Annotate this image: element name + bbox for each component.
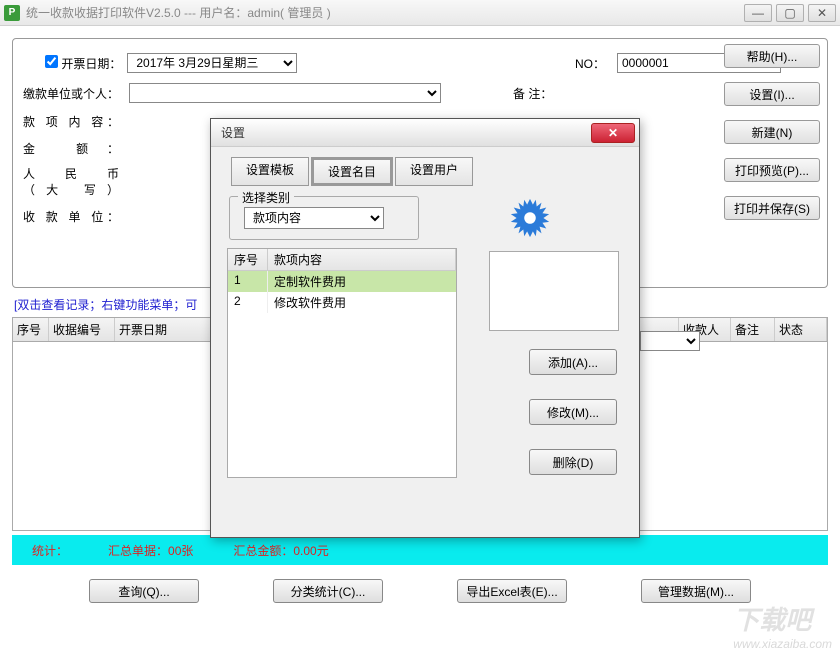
print-save-button[interactable]: 打印并保存(S) [724, 196, 820, 220]
stats-count: 汇总单据：00张 [108, 542, 193, 559]
print-preview-button[interactable]: 打印预览(P)... [724, 158, 820, 182]
date-label: 开票日期： [61, 57, 121, 71]
new-button[interactable]: 新建(N) [724, 120, 820, 144]
no-label: NO： [575, 55, 605, 72]
side-button-panel: 帮助(H)... 设置(I)... 新建(N) 打印预览(P)... 打印并保存… [724, 44, 820, 220]
item-row[interactable]: 1 定制软件费用 [228, 271, 456, 292]
app-icon: P [4, 5, 20, 21]
delete-button[interactable]: 删除(D) [529, 449, 617, 475]
date-checkbox[interactable] [45, 55, 58, 68]
remark-label: 备 注： [513, 85, 552, 102]
stats-bar: 统计： 汇总单据：00张 汇总金额：0.00元 [12, 535, 828, 565]
items-table: 序号 款项内容 1 定制软件费用 2 修改软件费用 [227, 248, 457, 478]
manage-data-button[interactable]: 管理数据(M)... [641, 579, 751, 603]
cat-stats-button[interactable]: 分类统计(C)... [273, 579, 383, 603]
window-controls: — ▢ ✕ [744, 4, 836, 22]
preview-area [489, 251, 619, 331]
category-legend: 选择类别 [238, 189, 294, 206]
content-label: 款 项 内 容： [23, 113, 123, 130]
tab-template[interactable]: 设置模板 [231, 157, 309, 186]
minimize-button[interactable]: — [744, 4, 772, 22]
items-col-content: 款项内容 [268, 249, 456, 271]
amount-label: 金 额： [23, 140, 123, 157]
stats-label: 统计： [32, 542, 68, 559]
window-title: 统一收款收据打印软件V2.5.0 --- 用户名：admin( 管理员 ) [26, 4, 744, 21]
date-combo[interactable]: 2017年 3月29日星期三 [127, 53, 297, 73]
items-col-index: 序号 [228, 249, 268, 271]
close-button[interactable]: ✕ [808, 4, 836, 22]
tab-name-items[interactable]: 设置名目 [311, 157, 393, 186]
query-button[interactable]: 查询(Q)... [89, 579, 199, 603]
item-row[interactable]: 2 修改软件费用 [228, 292, 456, 313]
payee-unit-label: 收 款 单 位： [23, 208, 123, 225]
dialog-titlebar[interactable]: 设置 ✕ [211, 119, 639, 147]
add-button[interactable]: 添加(A)... [529, 349, 617, 375]
export-excel-button[interactable]: 导出Excel表(E)... [457, 579, 567, 603]
gear-icon [507, 195, 553, 244]
maximize-button[interactable]: ▢ [776, 4, 804, 22]
payer-label: 缴款单位或个人： [23, 85, 123, 102]
help-button[interactable]: 帮助(H)... [724, 44, 820, 68]
col-receipt-no: 收据编号 [49, 318, 115, 341]
dialog-close-button[interactable]: ✕ [591, 123, 635, 143]
col-status: 状态 [775, 318, 827, 341]
stats-amount: 汇总金额：0.00元 [233, 542, 328, 559]
stray-dropdown[interactable] [640, 331, 700, 351]
payer-combo[interactable] [129, 83, 441, 103]
category-select[interactable]: 款项内容 [244, 207, 384, 229]
settings-button[interactable]: 设置(I)... [724, 82, 820, 106]
rmb-label-2: （大 写） [23, 183, 119, 197]
col-remark: 备注 [731, 318, 775, 341]
main-titlebar: P 统一收款收据打印软件V2.5.0 --- 用户名：admin( 管理员 ) … [0, 0, 840, 26]
col-index: 序号 [13, 318, 49, 341]
dialog-title: 设置 [221, 124, 591, 141]
rmb-label-1: 人 民 币 [23, 167, 119, 181]
tabs: 设置模板 设置名目 设置用户 [231, 157, 627, 186]
category-group: 选择类别 款项内容 [229, 196, 419, 240]
settings-dialog: 设置 ✕ 设置模板 设置名目 设置用户 选择类别 款项内容 序号 款项内容 1 … [210, 118, 640, 538]
tab-user[interactable]: 设置用户 [395, 157, 473, 186]
modify-button[interactable]: 修改(M)... [529, 399, 617, 425]
